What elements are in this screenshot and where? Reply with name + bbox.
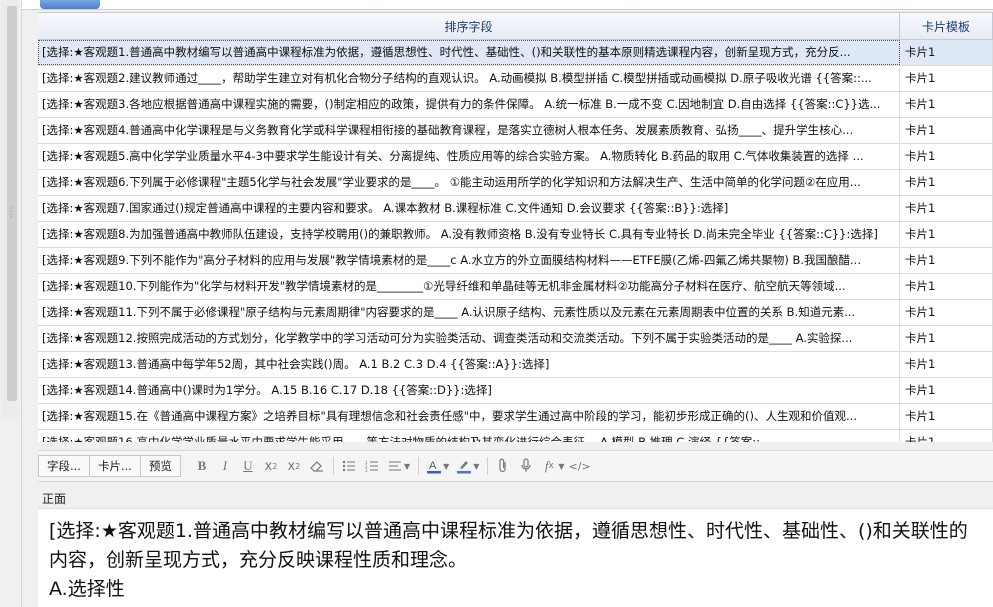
- left-gutter: · · · ·: [0, 0, 22, 607]
- eraser-icon[interactable]: [306, 455, 328, 477]
- cell-sort-field: [选择:★客观题14.普通高中()课时为1学分。 A.15 B.16 C.17 …: [38, 378, 900, 403]
- cell-card-template: 卡片1: [900, 222, 993, 247]
- column-header-sort-field[interactable]: 排序字段: [38, 13, 900, 39]
- app-window: { "table": { "columns": ["排序字段", "卡片模板"]…: [0, 0, 993, 607]
- cell-sort-field: [选择:★客观题11.下列不属于必修课程"原子结构与元素周期律"内容要求的是__…: [38, 300, 900, 325]
- attachment-icon[interactable]: [492, 455, 514, 477]
- table-body: [选择:★客观题1.普通高中教材编写以普通高中课程标准为依据，遵循思想性、时代性…: [38, 40, 993, 442]
- table-row[interactable]: [选择:★客观题4.普通高中化学课程是与义务教育化学或科学课程相衔接的基础教育课…: [38, 118, 993, 144]
- table-row[interactable]: [选择:★客观题10.下列能作为"化学与材料开发"教学情境素材的是_______…: [38, 274, 993, 300]
- cell-sort-field: [选择:★客观题7.国家通过()规定普通高中课程的主要内容和要求。 A.课本教材…: [38, 196, 900, 221]
- align-icon[interactable]: [384, 455, 406, 477]
- table-row[interactable]: [选择:★客观题6.下列属于必修课程"主题5化学与社会发展"学业要求的是____…: [38, 170, 993, 196]
- cell-sort-field: [选择:★客观题6.下列属于必修课程"主题5化学与社会发展"学业要求的是____…: [38, 170, 900, 195]
- cell-card-template: 卡片1: [900, 196, 993, 221]
- font-color-dropdown-icon[interactable]: ▼: [443, 462, 449, 471]
- splitter-grip-icon[interactable]: · · · ·: [7, 205, 15, 223]
- microphone-icon[interactable]: [515, 455, 537, 477]
- cell-sort-field: [选择:★客观题8.为加强普通高中教师队伍建设，支持学校聘用()的兼职教师。 A…: [38, 222, 900, 247]
- field-label-front: 正面: [42, 492, 67, 506]
- bold-icon[interactable]: B: [191, 455, 213, 477]
- column-header-card-template[interactable]: 卡片模板: [900, 13, 993, 39]
- cards-button[interactable]: 卡片...: [89, 455, 141, 477]
- cell-sort-field: [选择:★客观题13.普通高中每学年52周，其中社会实践()周。 A.1 B.2…: [38, 352, 900, 377]
- table-row[interactable]: [选择:★客观题16.高中化学学业质量水平中要求学生能采用____等方法对物质的…: [38, 430, 993, 442]
- editor-line: 内容，创新呈现方式，充分反映课程性质和理念。: [49, 549, 468, 571]
- subscript-icon[interactable]: x2: [283, 455, 305, 477]
- cell-card-template: 卡片1: [900, 378, 993, 403]
- table-row[interactable]: [选择:★客观题9.下列不能作为"高分子材料的应用与发展"教学情境素材的是___…: [38, 248, 993, 274]
- table-row[interactable]: [选择:★客观题5.高中化学学业质量水平4-3中要求学生能设计有关、分离提纯、性…: [38, 144, 993, 170]
- highlight-dropdown-icon[interactable]: ▼: [473, 462, 479, 471]
- cell-card-template: 卡片1: [900, 300, 993, 325]
- cell-card-template: 卡片1: [900, 274, 993, 299]
- cell-sort-field: [选择:★客观题16.高中化学学业质量水平中要求学生能采用____等方法对物质的…: [38, 430, 900, 442]
- svg-text:3: 3: [365, 468, 368, 472]
- preview-button[interactable]: 预览: [140, 455, 181, 477]
- svg-text:A: A: [429, 460, 437, 472]
- cell-sort-field: [选择:★客观题2.建议教师通过____，帮助学生建立对有机化合物分子结构的直观…: [38, 66, 900, 91]
- table-row[interactable]: [选择:★客观题1.普通高中教材编写以普通高中课程标准为依据，遵循思想性、时代性…: [38, 40, 993, 66]
- font-color-icon[interactable]: A: [423, 455, 445, 477]
- cell-sort-field: [选择:★客观题3.各地应根据普通高中课程实施的需要，()制定相应的政策，提供有…: [38, 92, 900, 117]
- table-row[interactable]: [选择:★客观题12.按照完成活动的方式划分，化学教学中的学习活动可分为实验类活…: [38, 326, 993, 352]
- editor-toolbar: 字段... 卡片... 预览 B I U x2 x2 123 ▼ A ▼ ▼ f…: [38, 450, 993, 482]
- editor-line: A.选择性: [49, 578, 125, 600]
- cell-sort-field: [选择:★客观题9.下列不能作为"高分子材料的应用与发展"教学情境素材的是___…: [38, 248, 900, 273]
- italic-icon[interactable]: I: [214, 455, 236, 477]
- align-dropdown-icon[interactable]: ▼: [404, 462, 410, 471]
- fields-button[interactable]: 字段...: [38, 455, 90, 477]
- cell-card-template: 卡片1: [900, 326, 993, 351]
- html-editor-icon[interactable]: </>: [569, 455, 591, 477]
- cell-sort-field: [选择:★客观题4.普通高中化学课程是与义务教育化学或科学课程相衔接的基础教育课…: [38, 118, 900, 143]
- search-bar-strip: [22, 0, 993, 10]
- cell-card-template: 卡片1: [900, 66, 993, 91]
- cell-card-template: 卡片1: [900, 352, 993, 377]
- table-row[interactable]: [选择:★客观题3.各地应根据普通高中课程实施的需要，()制定相应的政策，提供有…: [38, 92, 993, 118]
- table-row[interactable]: [选择:★客观题13.普通高中每学年52周，其中社会实践()周。 A.1 B.2…: [38, 352, 993, 378]
- table-row[interactable]: [选择:★客观题14.普通高中()课时为1学分。 A.15 B.16 C.17 …: [38, 378, 993, 404]
- underline-icon[interactable]: U: [237, 455, 259, 477]
- cell-card-template: 卡片1: [900, 144, 993, 169]
- cell-card-template: 卡片1: [900, 248, 993, 273]
- cell-sort-field: [选择:★客观题1.普通高中教材编写以普通高中课程标准为依据，遵循思想性、时代性…: [38, 40, 900, 65]
- formula-icon[interactable]: fx: [538, 455, 560, 477]
- scrollbar-thumb[interactable]: [7, 6, 17, 401]
- table-row[interactable]: [选择:★客观题7.国家通过()规定普通高中课程的主要内容和要求。 A.课本教材…: [38, 196, 993, 222]
- cell-sort-field: [选择:★客观题12.按照完成活动的方式划分，化学教学中的学习活动可分为实验类活…: [38, 326, 900, 351]
- bullet-list-icon[interactable]: [338, 455, 360, 477]
- cell-card-template: 卡片1: [900, 430, 993, 442]
- cell-card-template: 卡片1: [900, 92, 993, 117]
- highlight-icon[interactable]: [453, 455, 475, 477]
- cell-sort-field: [选择:★客观题5.高中化学学业质量水平4-3中要求学生能设计有关、分离提纯、性…: [38, 144, 900, 169]
- table-row[interactable]: [选择:★客观题8.为加强普通高中教师队伍建设，支持学校聘用()的兼职教师。 A…: [38, 222, 993, 248]
- numbered-list-icon[interactable]: 123: [361, 455, 383, 477]
- table-row[interactable]: [选择:★客观题11.下列不属于必修课程"原子结构与元素周期律"内容要求的是__…: [38, 300, 993, 326]
- card-browser-table: 排序字段 卡片模板 [选择:★客观题1.普通高中教材编写以普通高中课程标准为依据…: [38, 12, 993, 442]
- cell-sort-field: [选择:★客观题10.下列能作为"化学与材料开发"教学情境素材的是_______…: [38, 274, 900, 299]
- front-field-editor[interactable]: [选择:★客观题1.普通高中教材编写以普通高中课程标准为依据，遵循思想性、时代性…: [38, 508, 993, 607]
- superscript-icon[interactable]: x2: [260, 455, 282, 477]
- cell-sort-field: [选择:★客观题15.在《普通高中课程方案》之培养目标"具有理想信念和社会责任感…: [38, 404, 900, 429]
- search-tab-edge[interactable]: [40, 0, 100, 9]
- table-header: 排序字段 卡片模板: [38, 13, 993, 40]
- cell-card-template: 卡片1: [900, 40, 993, 65]
- table-row[interactable]: [选择:★客观题15.在《普通高中课程方案》之培养目标"具有理想信念和社会责任感…: [38, 404, 993, 430]
- formula-dropdown-icon[interactable]: ▼: [558, 462, 564, 471]
- cell-card-template: 卡片1: [900, 170, 993, 195]
- table-row[interactable]: [选择:★客观题2.建议教师通过____，帮助学生建立对有机化合物分子结构的直观…: [38, 66, 993, 92]
- cell-card-template: 卡片1: [900, 118, 993, 143]
- editor-line: [选择:★客观题1.普通高中教材编写以普通高中课程标准为依据，遵循思想性、时代性…: [49, 520, 968, 542]
- cell-card-template: 卡片1: [900, 404, 993, 429]
